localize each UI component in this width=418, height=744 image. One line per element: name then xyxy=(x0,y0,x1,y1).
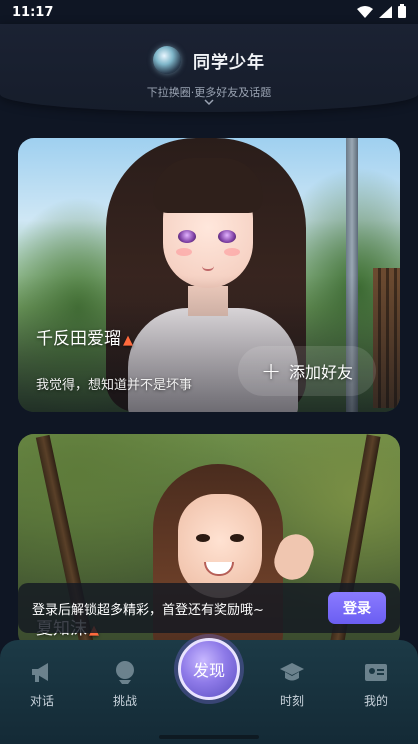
signal-icon xyxy=(379,3,392,22)
nav-label: 挑战 xyxy=(112,694,137,708)
home-indicator xyxy=(159,735,259,739)
nav-item-chat[interactable]: 对话 xyxy=(12,658,72,709)
login-button[interactable]: 登录 xyxy=(328,592,386,624)
top-header: 同学少年 下拉换圈·更多好友及话题 xyxy=(0,24,418,112)
nav-label: 对话 xyxy=(29,694,54,708)
app-title: 同学少年 xyxy=(193,52,265,73)
profile-card[interactable]: 千反田爱瑠 ▲ 我觉得，想知道并不是坏事 + 添加好友 xyxy=(18,138,400,412)
app-logo-icon xyxy=(153,46,181,74)
discover-label: 发现 xyxy=(192,661,225,680)
add-friend-button[interactable]: + 添加好友 xyxy=(238,346,376,396)
login-prompt-banner: 登录后解锁超多精彩，首登还有奖励哦~ 登录 xyxy=(18,583,400,633)
plus-icon: + xyxy=(260,357,282,385)
flame-icon: ▲ xyxy=(123,333,133,348)
status-icons xyxy=(357,3,406,22)
globe-icon xyxy=(116,661,134,684)
nav-item-challenge[interactable]: 挑战 xyxy=(95,658,155,709)
megaphone-icon xyxy=(32,663,48,682)
nav-item-moments[interactable]: 时刻 xyxy=(262,658,322,709)
status-bar: 11:17 xyxy=(0,0,418,24)
graduation-cap-icon xyxy=(280,663,304,681)
character-name: 千反田爱瑠 ▲ xyxy=(36,329,133,349)
chevron-down-icon xyxy=(204,99,214,106)
nav-label: 我的 xyxy=(363,694,388,708)
nav-label: 时刻 xyxy=(279,694,304,708)
id-card-icon xyxy=(365,664,387,681)
battery-icon xyxy=(398,3,406,22)
login-prompt-text: 登录后解锁超多精彩，首登还有奖励哦~ xyxy=(32,602,264,618)
add-friend-label: 添加好友 xyxy=(289,363,354,382)
wifi-icon xyxy=(357,3,373,22)
brand: 同学少年 xyxy=(0,46,418,74)
character-bio: 我觉得，想知道并不是坏事 xyxy=(36,378,193,393)
nav-item-mine[interactable]: 我的 xyxy=(346,658,406,709)
discover-button[interactable]: 发现 xyxy=(178,638,240,700)
status-time: 11:17 xyxy=(12,4,54,20)
